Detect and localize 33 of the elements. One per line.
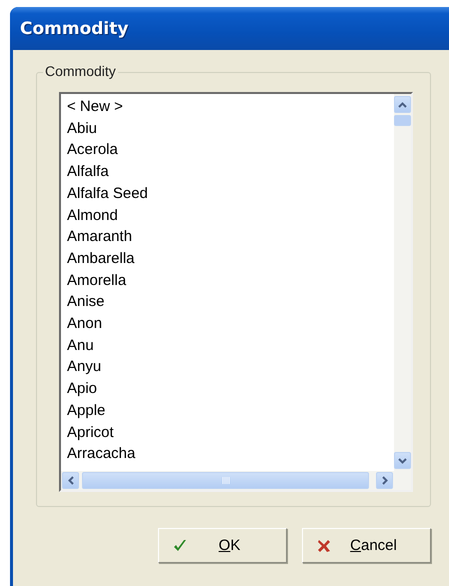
list-item[interactable]: < New > [65,96,394,118]
scroll-down-icon[interactable] [394,452,411,469]
ok-button[interactable]: OK [158,528,287,563]
list-item[interactable]: Anise [65,291,394,314]
list-item[interactable]: Alfalfa Seed [65,182,394,205]
list-item[interactable]: Amorella [65,270,394,292]
scroll-thumb[interactable] [394,115,411,126]
cross-icon [317,538,331,552]
cancel-button[interactable]: Cancel [302,528,431,563]
list-item[interactable]: Anu [65,334,394,356]
list-box[interactable]: < New > Abiu Acerola Alfalfa Alfalfa Seed Almond Amaranth Ambarella Amorella Anise Anon Anu Anyu Apio Apple Apricot Arracacha [59,92,413,492]
list-item[interactable]: Apricot [65,422,394,444]
list-item[interactable]: Apple [65,400,394,422]
scroll-left-icon[interactable] [62,472,79,489]
vertical-scrollbar[interactable] [394,94,411,471]
list-item[interactable]: Ambarella [65,248,394,270]
list-item[interactable]: Arracacha [65,443,394,465]
scroll-up-icon[interactable] [394,96,411,113]
check-icon [173,538,187,552]
scroll-right-icon[interactable] [376,472,393,489]
window-title: Commodity [20,18,128,38]
list-item[interactable]: Anon [65,313,394,335]
horizontal-scrollbar[interactable] [61,471,394,490]
scroll-thumb[interactable] [82,472,369,489]
list-item[interactable]: Alfalfa [65,161,394,183]
list-item[interactable]: Almond [65,204,394,226]
list-item[interactable]: Acerola [65,139,394,162]
list-item[interactable]: Anyu [65,356,394,378]
group-label: Commodity [43,63,118,79]
scrollbar-corner [394,471,411,490]
list-item[interactable]: Apio [65,378,394,400]
list-item[interactable]: Amaranth [65,226,394,248]
list-item[interactable]: Abiu [65,118,394,140]
